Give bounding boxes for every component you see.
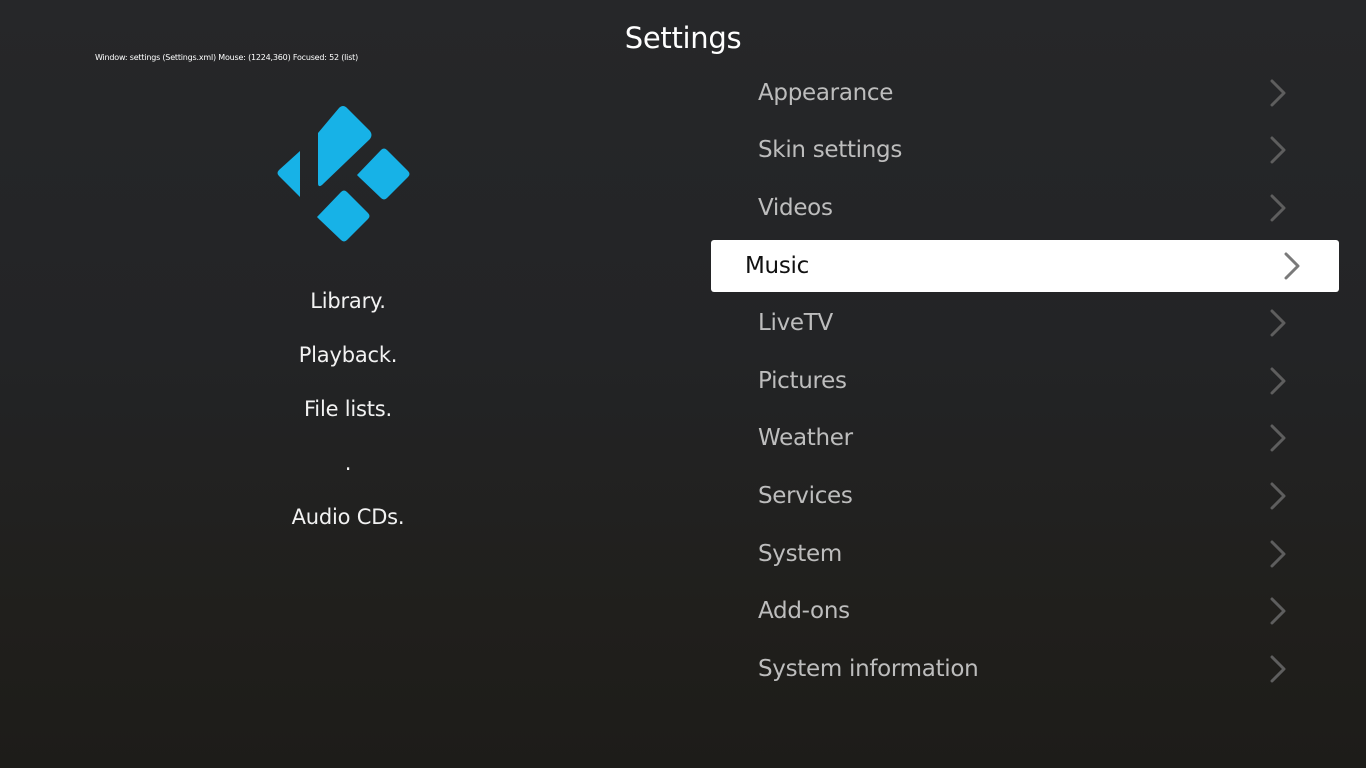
- menu-item-add-ons[interactable]: Add-ons: [711, 582, 1339, 640]
- chevron-right-icon: [1270, 424, 1286, 452]
- menu-item-label: Pictures: [758, 367, 847, 394]
- settings-category-list[interactable]: Appearance Skin settings Videos Music Li…: [711, 64, 1339, 698]
- menu-item-label: Skin settings: [758, 137, 903, 164]
- menu-item-system-information[interactable]: System information: [711, 640, 1339, 698]
- menu-item-label: LiveTV: [758, 310, 833, 337]
- menu-item-label: Videos: [758, 194, 833, 221]
- menu-item-services[interactable]: Services: [711, 467, 1339, 525]
- chevron-right-icon: [1270, 367, 1286, 395]
- description-line: Library.: [310, 289, 386, 313]
- description-line: Audio CDs.: [291, 505, 405, 529]
- menu-item-label: System: [758, 540, 842, 567]
- menu-item-label: Services: [758, 482, 853, 509]
- chevron-right-icon: [1270, 136, 1286, 164]
- menu-item-label: Weather: [758, 425, 853, 452]
- logo-bottom-tile: [317, 190, 370, 242]
- chevron-right-icon: [1270, 309, 1286, 337]
- menu-item-music[interactable]: Music: [711, 239, 1339, 292]
- chevron-right-icon: [1270, 655, 1286, 683]
- logo-left-tile: [277, 151, 300, 197]
- category-description: Library. Playback. File lists. . Audio C…: [198, 282, 498, 552]
- chevron-right-icon: [1270, 540, 1286, 568]
- menu-item-label: System information: [758, 655, 979, 682]
- chevron-right-icon: [1284, 252, 1300, 280]
- menu-item-videos[interactable]: Videos: [711, 179, 1339, 237]
- menu-item-skin-settings[interactable]: Skin settings: [711, 122, 1339, 180]
- kodi-logo-icon: [276, 105, 411, 242]
- menu-item-system[interactable]: System: [711, 525, 1339, 583]
- menu-item-pictures[interactable]: Pictures: [711, 352, 1339, 410]
- chevron-right-icon: [1270, 482, 1286, 510]
- description-line: Playback.: [298, 343, 398, 367]
- menu-item-appearance[interactable]: Appearance: [711, 64, 1339, 122]
- menu-item-label: Music: [745, 252, 809, 279]
- menu-item-label: Appearance: [758, 79, 894, 106]
- logo-right-tile: [357, 148, 410, 200]
- chevron-right-icon: [1270, 79, 1286, 107]
- chevron-right-icon: [1270, 194, 1286, 222]
- menu-item-label: Add-ons: [758, 598, 850, 625]
- menu-item-weather[interactable]: Weather: [711, 410, 1339, 468]
- description-line: File lists.: [303, 397, 393, 421]
- description-line: .: [344, 451, 352, 475]
- menu-item-livetv[interactable]: LiveTV: [711, 294, 1339, 352]
- chevron-right-icon: [1270, 597, 1286, 625]
- page-title: Settings: [624, 21, 742, 55]
